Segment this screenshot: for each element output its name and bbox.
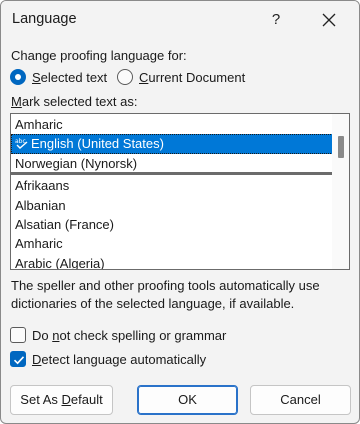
list-scrollbar[interactable] — [332, 114, 349, 269]
list-item[interactable]: Amharic — [11, 234, 333, 253]
ok-button[interactable]: OK — [137, 385, 238, 415]
cancel-button[interactable]: Cancel — [250, 385, 351, 415]
list-item[interactable]: Norwegian (Nynorsk) — [11, 154, 333, 176]
list-item[interactable]: Arabic (Algeria) — [11, 254, 333, 269]
list-item[interactable]: Albanian — [11, 196, 333, 215]
list-item-selected[interactable]: abc English (United States) — [11, 134, 333, 154]
help-button[interactable]: ? — [263, 7, 289, 33]
title-bar: Language ? — [1, 1, 359, 39]
dialog-title: Language — [12, 11, 77, 27]
close-icon — [322, 13, 336, 27]
checkbox[interactable] — [10, 351, 26, 367]
checkbox[interactable] — [10, 327, 26, 343]
radio-button[interactable] — [117, 69, 133, 85]
list-item[interactable]: Afrikaans — [11, 176, 333, 195]
radio-label: Selected text — [32, 70, 108, 85]
radio-button[interactable] — [10, 69, 26, 85]
spell-check-icon: abc — [15, 138, 28, 150]
checkmark-icon — [13, 356, 25, 365]
language-dialog: Language ? Change proofing language for:… — [0, 0, 360, 424]
description-text: The speller and other proofing tools aut… — [11, 278, 320, 311]
checkbox-label: Detect language automatically — [32, 352, 207, 367]
list-item[interactable]: Alsatian (France) — [11, 215, 333, 234]
checkbox-label: Do not check spelling or grammar — [32, 328, 227, 343]
language-list[interactable]: Amharic abc English (United States) Norw… — [10, 113, 350, 270]
mark-label: Mark selected text as: — [11, 94, 138, 109]
proofing-label: Change proofing language for: — [11, 48, 187, 63]
radio-label: Current Document — [139, 70, 246, 85]
list-item[interactable]: Amharic — [11, 115, 333, 134]
close-button[interactable] — [315, 7, 343, 33]
scroll-thumb[interactable] — [338, 136, 344, 158]
set-as-default-button[interactable]: Set As Default — [10, 385, 113, 415]
